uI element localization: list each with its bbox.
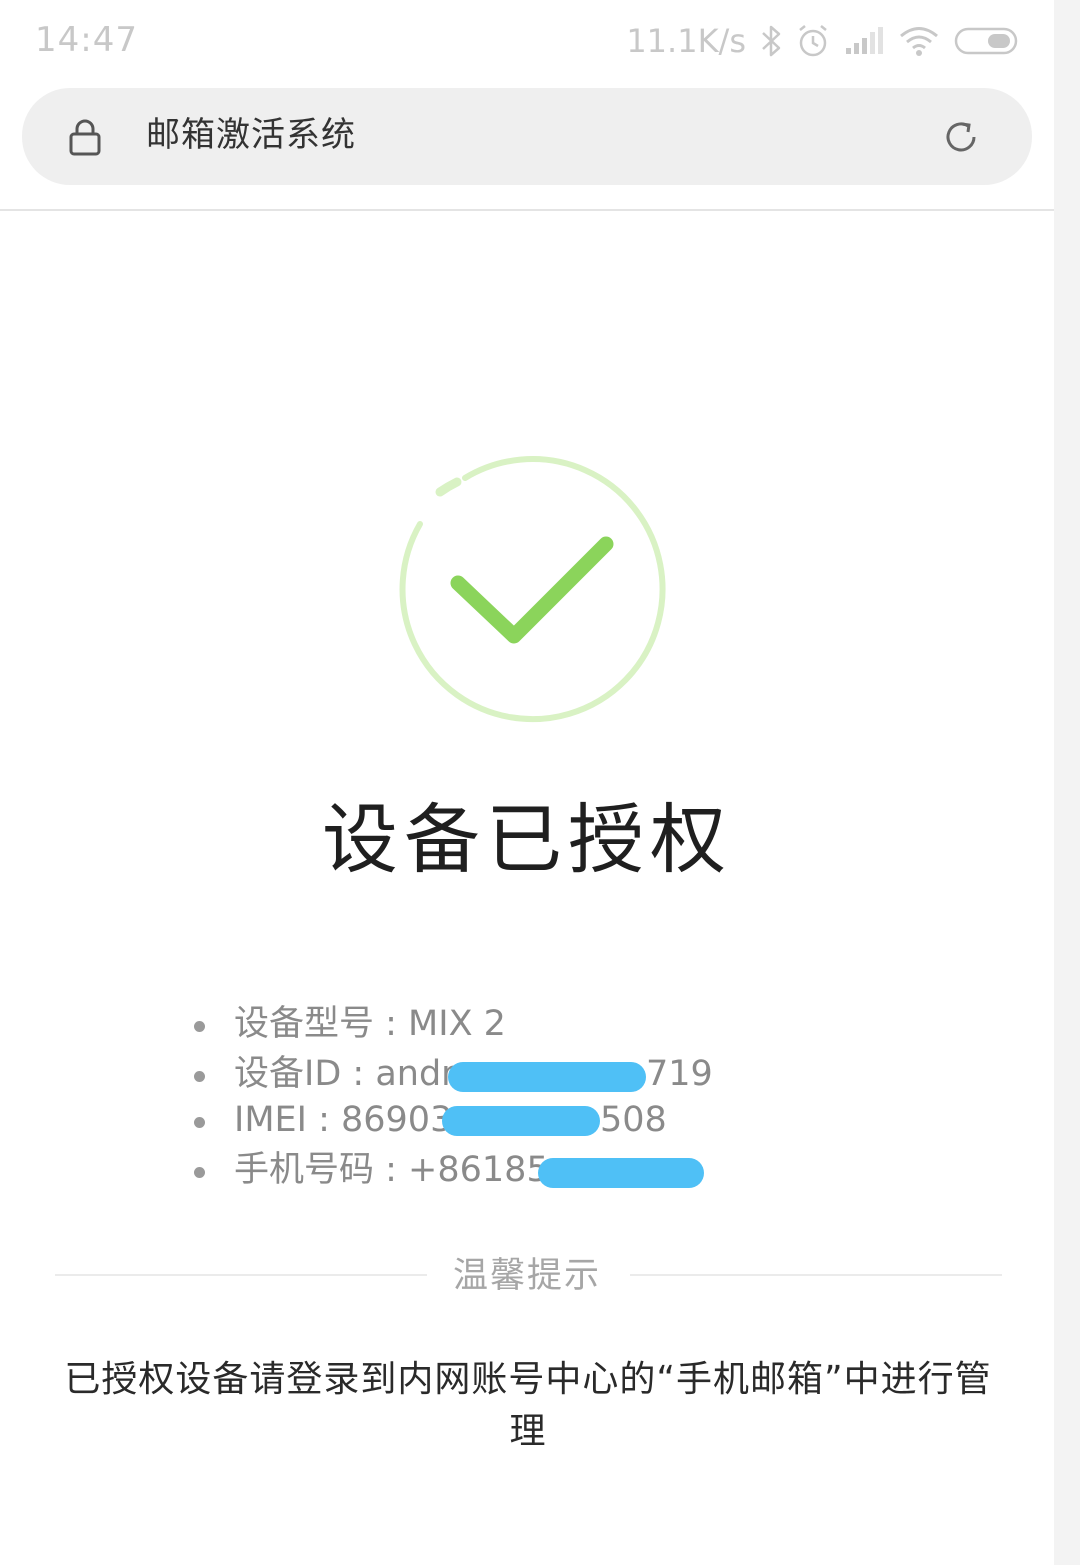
phone-number-text: 手机号码 : +86185	[234, 1150, 549, 1190]
success-ring	[399, 456, 666, 723]
device-id-redaction	[448, 1062, 646, 1092]
authorized-title: 设备已授权	[322, 795, 732, 884]
success-check-icon	[399, 456, 666, 723]
header-divider	[0, 209, 1054, 211]
status-bar: 14:47 11.1K/s	[0, 0, 1054, 82]
signal-icon	[846, 27, 883, 54]
tips-label: 温馨提示	[452, 1256, 601, 1296]
reload-icon[interactable]	[942, 118, 980, 156]
status-icons: 11.1K/s	[626, 20, 1020, 62]
bullet	[194, 1071, 205, 1082]
bluetooth-icon	[762, 25, 781, 57]
check-mark	[450, 536, 614, 644]
network-speed: 11.1K/s	[626, 22, 746, 60]
device-model-text: 设备型号 : MIX 2	[234, 1004, 506, 1044]
tips-body: 已授权设备请登录到内网账号中心的“手机邮箱”中进行管理	[64, 1359, 992, 1452]
address-bar[interactable]: 邮箱激活系统	[22, 88, 1032, 185]
right-edge-strip	[1054, 0, 1080, 1565]
bullet	[194, 1021, 205, 1032]
success-ring-segment	[435, 477, 462, 497]
bullet	[194, 1167, 205, 1178]
phone-number-redaction	[538, 1158, 704, 1188]
imei-redaction	[442, 1106, 600, 1136]
device-id-suffix: 719	[646, 1054, 713, 1094]
battery-icon	[954, 27, 1018, 55]
imei-text: IMEI : 86903	[234, 1100, 453, 1140]
lock-icon	[69, 119, 101, 156]
status-time: 14:47	[35, 20, 138, 60]
device-id-text: 设备ID : andr	[234, 1054, 456, 1094]
alarm-icon	[799, 25, 827, 57]
bullet	[194, 1117, 205, 1128]
wifi-icon	[900, 27, 938, 56]
imei-suffix: 508	[600, 1100, 667, 1140]
page-title: 邮箱激活系统	[146, 115, 356, 155]
